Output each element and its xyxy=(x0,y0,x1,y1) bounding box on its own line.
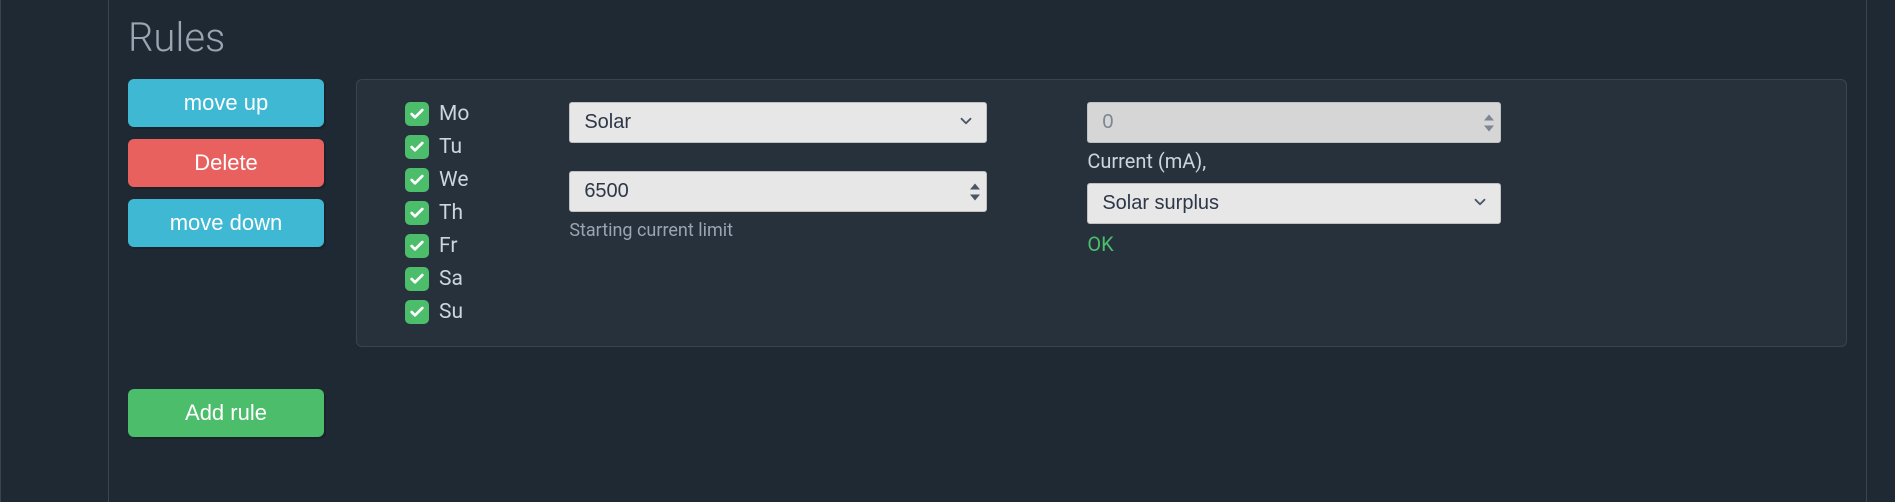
day-row-su: Su xyxy=(405,300,469,324)
starting-current-input[interactable] xyxy=(569,171,987,212)
day-label: Su xyxy=(439,300,463,324)
rule-panel: Mo Tu We Th xyxy=(356,79,1847,347)
day-label: Tu xyxy=(439,135,462,159)
day-label: We xyxy=(439,168,468,192)
checkbox-tu[interactable] xyxy=(405,135,429,159)
page-title: Rules xyxy=(128,14,1847,61)
day-row-sa: Sa xyxy=(405,267,469,291)
check-icon xyxy=(409,205,425,221)
checkbox-fr[interactable] xyxy=(405,234,429,258)
check-icon xyxy=(409,304,425,320)
check-icon xyxy=(409,106,425,122)
move-up-button[interactable]: move up xyxy=(128,79,324,127)
day-row-th: Th xyxy=(405,201,469,225)
day-row-fr: Fr xyxy=(405,234,469,258)
move-down-button[interactable]: move down xyxy=(128,199,324,247)
checkbox-su[interactable] xyxy=(405,300,429,324)
current-input[interactable] xyxy=(1087,102,1501,143)
surplus-select[interactable] xyxy=(1087,183,1501,224)
checkbox-sa[interactable] xyxy=(405,267,429,291)
check-icon xyxy=(409,139,425,155)
day-row-tu: Tu xyxy=(405,135,469,159)
middle-column: Starting current limit xyxy=(569,102,987,324)
day-row-mo: Mo xyxy=(405,102,469,126)
checkbox-mo[interactable] xyxy=(405,102,429,126)
day-label: Fr xyxy=(439,234,457,258)
checkbox-we[interactable] xyxy=(405,168,429,192)
side-buttons: move up Delete move down Add rule xyxy=(128,79,324,437)
starting-current-helper: Starting current limit xyxy=(569,220,987,241)
check-icon xyxy=(409,172,425,188)
day-row-we: We xyxy=(405,168,469,192)
add-rule-button[interactable]: Add rule xyxy=(128,389,324,437)
current-label: Current (mA), xyxy=(1087,149,1501,173)
right-column: Current (mA), OK xyxy=(1087,102,1501,324)
days-column: Mo Tu We Th xyxy=(385,102,469,324)
check-icon xyxy=(409,238,425,254)
day-label: Mo xyxy=(439,102,469,126)
day-label: Sa xyxy=(439,267,463,291)
check-icon xyxy=(409,271,425,287)
status-text: OK xyxy=(1087,232,1501,256)
mode-select[interactable] xyxy=(569,102,987,143)
checkbox-th[interactable] xyxy=(405,201,429,225)
delete-button[interactable]: Delete xyxy=(128,139,324,187)
day-label: Th xyxy=(439,201,463,225)
